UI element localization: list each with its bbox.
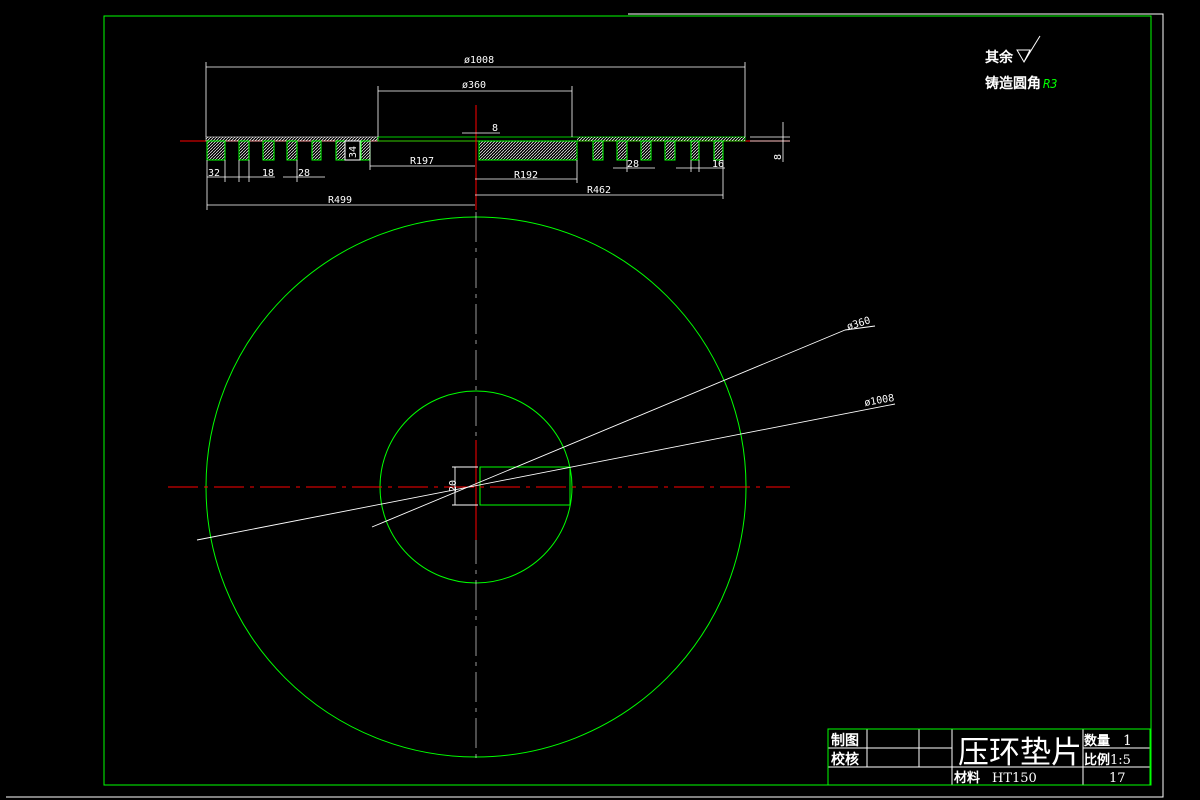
- material-label: 材料: [954, 770, 980, 786]
- dim-key-width: 20: [448, 480, 459, 492]
- drawing-frame: [6, 13, 1164, 798]
- dim-inner-diameter: ø360: [462, 80, 486, 91]
- section-tooth: [478, 140, 578, 161]
- dim-28-right: 28: [627, 159, 639, 170]
- drawing-canvas: 其余 铸造圆角 R3 34 ø1008 ø360 8 R197 R192 R46…: [6, 13, 1164, 798]
- scale-value: 1:5: [1110, 753, 1131, 768]
- note-remaining: 其余: [985, 49, 1014, 66]
- section-tooth: [664, 140, 676, 161]
- section-tooth: [360, 140, 371, 161]
- leader-inner-diameter: ø360: [846, 315, 872, 333]
- dim-r197: R197: [410, 156, 434, 167]
- dim-32: 32: [208, 168, 220, 179]
- quantity-label: 数量: [1084, 733, 1110, 749]
- section-tooth: [713, 140, 724, 161]
- note-fillet-radius: R3: [1043, 77, 1057, 91]
- dim-thickness: 8: [773, 154, 784, 160]
- general-notes: 其余 铸造圆角 R3: [985, 35, 1057, 92]
- dim-gap: 8: [492, 123, 498, 134]
- scale-label: 比例: [1084, 752, 1110, 768]
- leader-outer-diameter: ø1008: [864, 393, 896, 409]
- title-block: 制图 校核 压环垫片 数量 1 比例 1:5 材料 HT150 17: [827, 728, 1151, 786]
- section-tooth: [311, 140, 322, 161]
- drawn-label: 制图: [831, 732, 859, 749]
- section-tooth: [640, 140, 652, 161]
- surface-roughness-check-icon: [1016, 35, 1041, 64]
- plan-view: 20 ø360 ø1008: [168, 212, 895, 760]
- sheet-number: 17: [1109, 771, 1126, 786]
- part-title: 压环垫片: [958, 735, 1082, 771]
- section-tooth: [616, 140, 628, 161]
- section-teeth: [206, 140, 724, 161]
- note-casting-fillet: 铸造圆角: [985, 75, 1041, 92]
- dim-34: 34: [348, 146, 359, 158]
- keyway: [479, 466, 571, 506]
- section-tooth: [262, 140, 275, 161]
- dim-r462: R462: [587, 185, 611, 196]
- material-value: HT150: [992, 771, 1037, 786]
- section-tooth: [238, 140, 250, 161]
- dim-outer-diameter: ø1008: [464, 55, 494, 66]
- dim-28: 28: [298, 168, 310, 179]
- section-tooth: [690, 140, 700, 161]
- cad-drawing: 其余 铸造圆角 R3 34 ø1008 ø360 8 R197 R192 R46…: [0, 0, 1200, 800]
- section-tooth: [206, 140, 226, 161]
- checked-label: 校核: [831, 751, 859, 768]
- section-tooth: [335, 140, 346, 161]
- quantity-value: 1: [1123, 733, 1132, 749]
- section-tooth: [592, 140, 604, 161]
- dim-r192: R192: [514, 170, 538, 181]
- section-tooth: [286, 140, 298, 161]
- dim-18: 18: [262, 168, 274, 179]
- dim-r499: R499: [328, 195, 352, 206]
- section-view: 34 ø1008 ø360 8 R197 R192 R462 R499 32 1…: [180, 55, 790, 210]
- dim-16: 16: [712, 159, 724, 170]
